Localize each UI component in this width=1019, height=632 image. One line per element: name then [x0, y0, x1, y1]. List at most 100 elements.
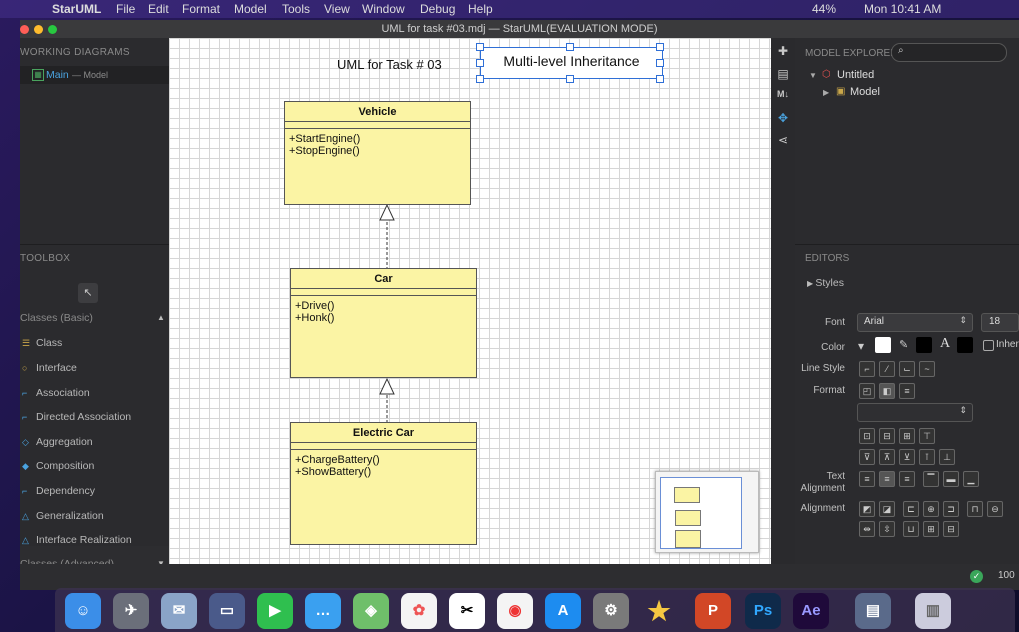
toolbox-group-basic[interactable]: Classes (Basic) — [20, 312, 93, 324]
minimap-viewport[interactable] — [660, 477, 742, 549]
markdown-icon[interactable]: M↓ — [775, 89, 791, 103]
finder-icon[interactable]: ☺ — [65, 593, 101, 629]
curve-icon[interactable]: ~ — [919, 361, 935, 377]
tool-generalization[interactable]: △ Generalization — [20, 508, 170, 526]
menu-view[interactable]: View — [324, 2, 350, 16]
align-top-icon[interactable]: ▔ — [923, 471, 939, 487]
align-bottom-icon[interactable]: ▁ — [963, 471, 979, 487]
tool-dependency[interactable]: ⌐ Dependency — [20, 483, 170, 501]
align-centers-icon[interactable]: ⊕ — [923, 501, 939, 517]
fill-color-swatch[interactable] — [875, 337, 891, 353]
tool-interface[interactable]: ○ Interface — [20, 360, 170, 378]
suppress-operations-icon[interactable]: ⊼ — [879, 449, 895, 465]
explorer-search-input[interactable]: ⌕ — [891, 43, 1007, 62]
maps-icon[interactable]: ◈ — [353, 593, 389, 629]
menu-model[interactable]: Model — [234, 2, 267, 16]
class-car[interactable]: Car +Drive() +Honk() — [290, 268, 477, 378]
menu-format[interactable]: Format — [182, 2, 220, 16]
tool-association[interactable]: ⌐ Association — [20, 385, 170, 403]
after-effects-icon[interactable]: Ae — [793, 593, 829, 629]
menu-help[interactable]: Help — [468, 2, 493, 16]
facetime-icon[interactable]: ▶ — [257, 593, 293, 629]
tool-composition[interactable]: ◆ Composition — [20, 458, 170, 476]
font-select[interactable]: Arial ⇕ — [857, 313, 973, 332]
messages-icon[interactable]: … — [305, 593, 341, 629]
chrome-icon[interactable]: ◉ — [497, 593, 533, 629]
align-left-icon[interactable]: ≡ — [859, 471, 875, 487]
auto-resize-icon[interactable]: ◰ — [859, 383, 875, 399]
fill-color-icon[interactable]: ▾ — [858, 339, 864, 353]
menu-clock[interactable]: Mon 10:41 AM — [864, 2, 941, 16]
preview-icon[interactable]: ✉ — [161, 593, 197, 629]
oblique-icon[interactable]: ⁄ — [879, 361, 895, 377]
expand-down-icon[interactable]: ▼ — [809, 71, 817, 80]
shadow-icon[interactable]: ◧ — [879, 383, 895, 399]
suppress-receptions-icon[interactable]: ⊻ — [899, 449, 915, 465]
pointer-tool-icon[interactable]: ↖ — [78, 283, 98, 303]
align-middle-icon[interactable]: ▬ — [943, 471, 959, 487]
inherit-checkbox[interactable] — [983, 340, 994, 351]
line-color-swatch[interactable] — [916, 337, 932, 353]
menu-tools[interactable]: Tools — [282, 2, 310, 16]
screen-icon[interactable]: ▭ — [209, 593, 245, 629]
align-center-icon[interactable]: ≡ — [879, 471, 895, 487]
window-preview-icon[interactable]: ▤ — [855, 593, 891, 629]
launchpad-icon[interactable]: ✈ — [113, 593, 149, 629]
extension-icon[interactable]: ✚ — [775, 44, 791, 58]
project-root[interactable]: Untitled — [837, 69, 874, 81]
menu-window[interactable]: Window — [362, 2, 405, 16]
space-horizontal-icon[interactable]: ⇹ — [859, 521, 875, 537]
collapse-up-icon[interactable]: ▲ — [157, 313, 165, 322]
word-wrap-icon[interactable]: ≡ — [899, 383, 915, 399]
share-icon[interactable]: ⋖ — [775, 133, 791, 147]
stereotype-select[interactable]: ⇕ — [857, 403, 973, 422]
font-color-icon[interactable]: A — [940, 336, 950, 352]
same-height-icon[interactable]: ⊟ — [943, 521, 959, 537]
validation-ok-icon[interactable]: ✓ — [970, 570, 983, 583]
rectilinear-icon[interactable]: ⌐ — [859, 361, 875, 377]
line-color-icon[interactable]: ✎ — [899, 338, 908, 351]
styles-section[interactable]: ▶ Styles — [807, 277, 844, 289]
minimap[interactable] — [655, 471, 759, 553]
align-rights-icon[interactable]: ⊐ — [943, 501, 959, 517]
system-preferences-icon[interactable]: ⚙ — [593, 593, 629, 629]
align-bottoms-icon[interactable]: ⊔ — [903, 521, 919, 537]
menu-file[interactable]: File — [116, 2, 135, 16]
send-back-icon[interactable]: ◪ — [879, 501, 895, 517]
align-right-icon[interactable]: ≡ — [899, 471, 915, 487]
font-color-swatch[interactable] — [957, 337, 973, 353]
show-type-icon[interactable]: ⊤ — [919, 428, 935, 444]
app-menu[interactable]: StarUML — [52, 2, 101, 16]
rounded-icon[interactable]: ⌙ — [899, 361, 915, 377]
menu-edit[interactable]: Edit — [148, 2, 169, 16]
class-electric-car[interactable]: Electric Car +ChargeBattery() +ShowBatte… — [290, 422, 477, 545]
expand-right-icon[interactable]: ▶ — [823, 88, 829, 97]
tool-aggregation[interactable]: ◇ Aggregation — [20, 434, 170, 452]
capcut-icon[interactable]: ✂ — [449, 593, 485, 629]
tool-directed-association[interactable]: ⌐ Directed Association — [20, 409, 170, 427]
photos-icon[interactable]: ✿ — [401, 593, 437, 629]
tool-class[interactable]: ☰ Class — [20, 335, 170, 353]
working-diagram-main[interactable]: ▦ Main — Model — [20, 66, 170, 84]
model-node[interactable]: Model — [850, 86, 880, 98]
font-size-field[interactable]: 18 — [981, 313, 1019, 332]
trash-icon[interactable]: ▥ — [915, 593, 951, 629]
suppress-literals-icon[interactable]: ⊺ — [919, 449, 935, 465]
layout-icon[interactable]: ▤ — [775, 67, 791, 81]
show-namespace-icon[interactable]: ⊡ — [859, 428, 875, 444]
align-lefts-icon[interactable]: ⊏ — [903, 501, 919, 517]
powerpoint-icon[interactable]: P — [695, 593, 731, 629]
star-app-icon[interactable]: ★ — [641, 593, 677, 629]
space-vertical-icon[interactable]: ⇳ — [879, 521, 895, 537]
menu-debug[interactable]: Debug — [420, 2, 455, 16]
tool-interface-realization[interactable]: △ Interface Realization — [20, 532, 170, 550]
navigator-icon[interactable]: ✥ — [775, 111, 791, 125]
suppress-columns-icon[interactable]: ⊥ — [939, 449, 955, 465]
align-tops-icon[interactable]: ⊓ — [967, 501, 983, 517]
diagram-canvas[interactable]: UML for Task # 03 Multi-level Inheritanc… — [169, 38, 771, 564]
show-multiplicity-icon[interactable]: ⊞ — [899, 428, 915, 444]
zoom-level[interactable]: 100 — [998, 570, 1015, 581]
same-width-icon[interactable]: ⊞ — [923, 521, 939, 537]
suppress-attributes-icon[interactable]: ⊽ — [859, 449, 875, 465]
app-store-icon[interactable]: A — [545, 593, 581, 629]
